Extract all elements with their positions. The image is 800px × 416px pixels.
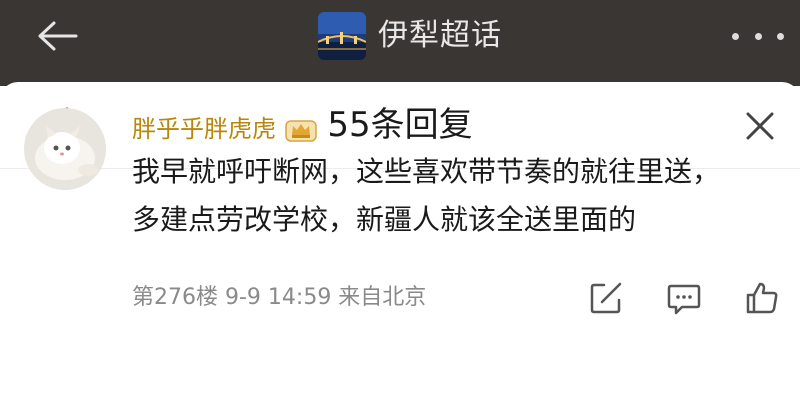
close-icon — [746, 112, 774, 140]
topic-thumbnail[interactable] — [318, 12, 366, 60]
topic-title[interactable]: 伊犁超话 — [378, 14, 502, 58]
more-options-button[interactable] — [732, 22, 784, 50]
replies-sheet: 55条回复 — [0, 82, 800, 416]
comment-text-line-1: 我早就呼吁断网，这些喜欢带节奏的就往里送， — [132, 155, 721, 188]
comment-icon[interactable] — [666, 280, 702, 316]
thumbs-up-icon[interactable] — [744, 280, 780, 316]
back-button[interactable] — [28, 14, 84, 58]
avatar[interactable] — [24, 108, 106, 190]
crown-badge-icon — [285, 120, 317, 142]
arrow-left-icon — [38, 21, 78, 51]
username-row: 胖乎乎胖虎虎 — [132, 112, 318, 146]
cat-avatar — [24, 108, 106, 190]
reply-count-title: 55条回复 — [327, 105, 473, 145]
night-bridge-thumbnail — [318, 12, 366, 60]
more-dots-icon — [777, 32, 784, 40]
top-bar: 伊犁超话 — [0, 0, 800, 86]
more-dots-icon — [732, 32, 739, 40]
comment-meta: 第276楼 9-9 14:59 来自北京 — [132, 285, 427, 310]
close-button[interactable] — [740, 106, 780, 146]
share-edit-icon[interactable] — [588, 280, 624, 316]
screen: 伊犁超话 55条回复 胖乎乎胖虎虎 我早就呼吁断网，这些喜欢带节奏的就往里送， … — [0, 0, 800, 416]
more-dots-icon — [754, 32, 762, 40]
username[interactable]: 胖乎乎胖虎虎 — [132, 112, 276, 146]
comment-text-line-2: 多建点劳改学校，新疆人就该全送里面的 — [132, 203, 637, 236]
